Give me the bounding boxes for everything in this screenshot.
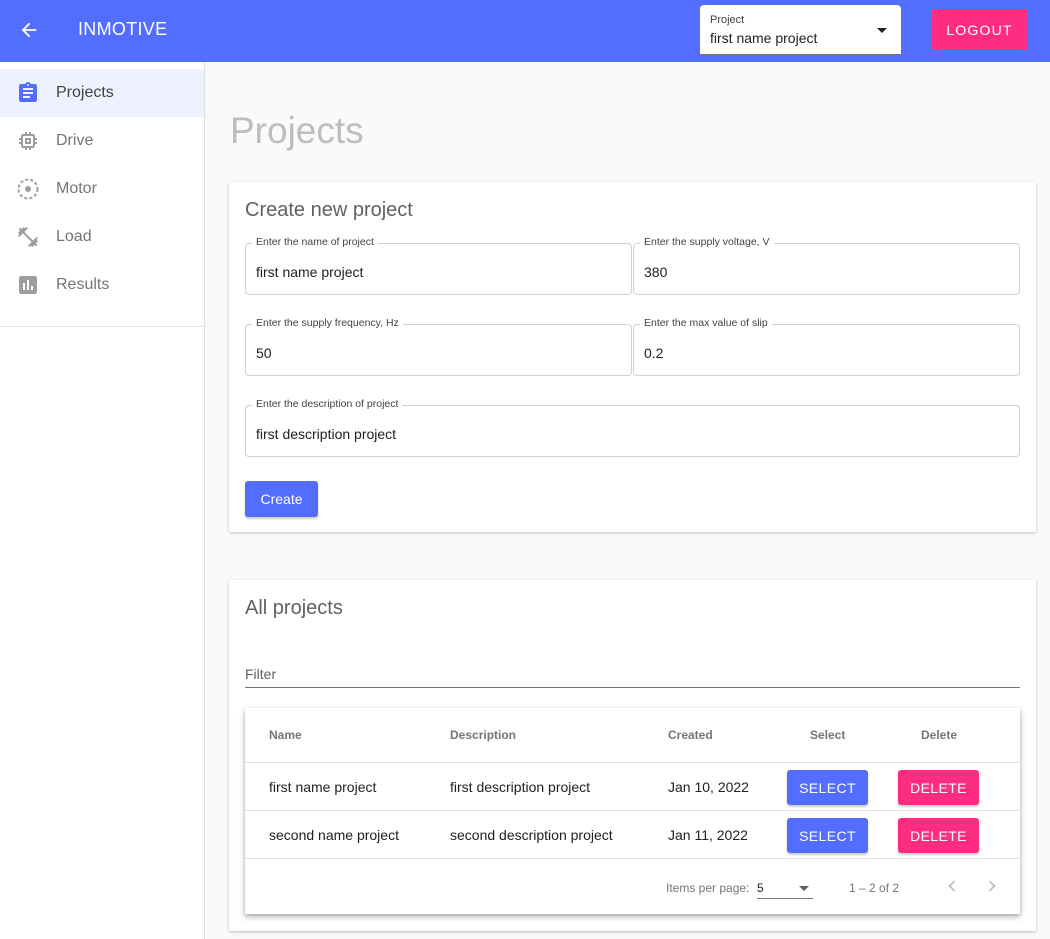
chevron-right-icon (988, 880, 996, 892)
all-projects-title: All projects (245, 597, 343, 619)
field-value: first description project (256, 426, 397, 442)
page-size-value: 5 (757, 881, 764, 895)
field-label: Enter the description of project (252, 398, 403, 410)
project-select-label: Project (710, 14, 745, 26)
sidebar-item-label: Projects (56, 84, 114, 101)
sidebar-item-projects[interactable]: Projects (0, 69, 204, 117)
max-slip-field[interactable]: Enter the max value of slip 0.2 (633, 317, 1020, 376)
app-title: INMOTIVE (78, 19, 168, 39)
project-description-field[interactable]: Enter the description of project first d… (245, 398, 1020, 457)
cell-name: second name project (269, 827, 399, 843)
all-projects-card: All projects Filter Name Description Cre… (229, 580, 1036, 931)
top-app-bar: INMOTIVE Project first name project LOGO… (0, 0, 1050, 62)
create-button[interactable]: Create (245, 481, 318, 517)
field-label: Enter the name of project (252, 236, 378, 248)
page-size-select[interactable]: 5 (757, 879, 813, 899)
sidebar-item-results[interactable]: Results (0, 261, 204, 309)
column-header-select: Select (810, 728, 846, 742)
field-value: 380 (644, 264, 668, 280)
field-value: 0.2 (644, 345, 664, 361)
logout-button[interactable]: LOGOUT (931, 9, 1028, 50)
field-label: Enter the max value of slip (640, 317, 772, 329)
field-label: Enter the supply frequency, Hz (252, 317, 403, 329)
supply-voltage-field[interactable]: Enter the supply voltage, V 380 (633, 236, 1020, 295)
projects-table: Name Description Created Select Delete f… (245, 708, 1020, 914)
create-project-card: Create new project Enter the name of pro… (229, 182, 1036, 532)
project-select[interactable]: Project first name project (700, 5, 901, 55)
column-header-created[interactable]: Created (668, 728, 713, 742)
sidebar-item-label: Drive (56, 132, 94, 149)
chevron-left-icon (948, 880, 956, 892)
dropdown-caret-icon (799, 886, 809, 891)
select-button[interactable]: SELECT (787, 818, 868, 853)
supply-frequency-field[interactable]: Enter the supply frequency, Hz 50 (245, 317, 632, 376)
previous-page-button[interactable] (940, 874, 964, 898)
motor-icon (17, 178, 39, 200)
field-value: first name project (256, 264, 364, 280)
project-select-value: first name project (710, 30, 818, 46)
cell-description: second description project (450, 827, 613, 843)
filter-label: Filter (245, 666, 277, 682)
cell-name: first name project (269, 779, 377, 795)
field-label: Enter the supply voltage, V (640, 236, 774, 248)
bar-chart-icon (19, 276, 37, 294)
cell-created: Jan 10, 2022 (668, 779, 749, 795)
items-per-page-label: Items per page: (666, 881, 750, 895)
column-header-name[interactable]: Name (269, 728, 302, 742)
sidebar-nav: Projects Drive Motor Load Results (0, 69, 204, 327)
sidebar-item-label: Motor (56, 180, 97, 197)
cell-created: Jan 11, 2022 (668, 827, 748, 843)
column-header-delete: Delete (921, 728, 958, 742)
clipboard-icon (19, 82, 37, 102)
paginator: Items per page: 5 1 – 2 of 2 (245, 858, 1020, 914)
project-name-field[interactable]: Enter the name of project first name pro… (245, 236, 632, 295)
page-title: Projects (230, 110, 364, 151)
cell-description: first description project (450, 779, 591, 795)
sidebar-item-motor[interactable]: Motor (0, 165, 204, 213)
table-row: first name project first description pro… (245, 762, 1020, 810)
sidebar: Projects Drive Motor Load Results (0, 62, 205, 939)
sidebar-item-label: Load (56, 228, 92, 245)
arrow-left-icon (21, 22, 37, 38)
sidebar-item-drive[interactable]: Drive (0, 117, 204, 165)
dumbbell-icon (18, 227, 38, 247)
chip-icon (19, 132, 37, 150)
select-button[interactable]: SELECT (787, 770, 868, 805)
next-page-button[interactable] (980, 874, 1004, 898)
column-header-description[interactable]: Description (450, 728, 516, 742)
sidebar-item-load[interactable]: Load (0, 213, 204, 261)
back-arrow-button[interactable] (14, 15, 44, 45)
filter-input[interactable]: Filter (245, 664, 1020, 688)
dropdown-caret-icon (877, 28, 887, 33)
delete-button[interactable]: DELETE (898, 770, 979, 805)
page-range-label: 1 – 2 of 2 (849, 881, 900, 895)
field-value: 50 (256, 345, 272, 361)
table-row: second name project second description p… (245, 810, 1020, 858)
delete-button[interactable]: DELETE (898, 818, 979, 853)
sidebar-item-label: Results (56, 276, 110, 293)
create-project-title: Create new project (245, 199, 413, 221)
